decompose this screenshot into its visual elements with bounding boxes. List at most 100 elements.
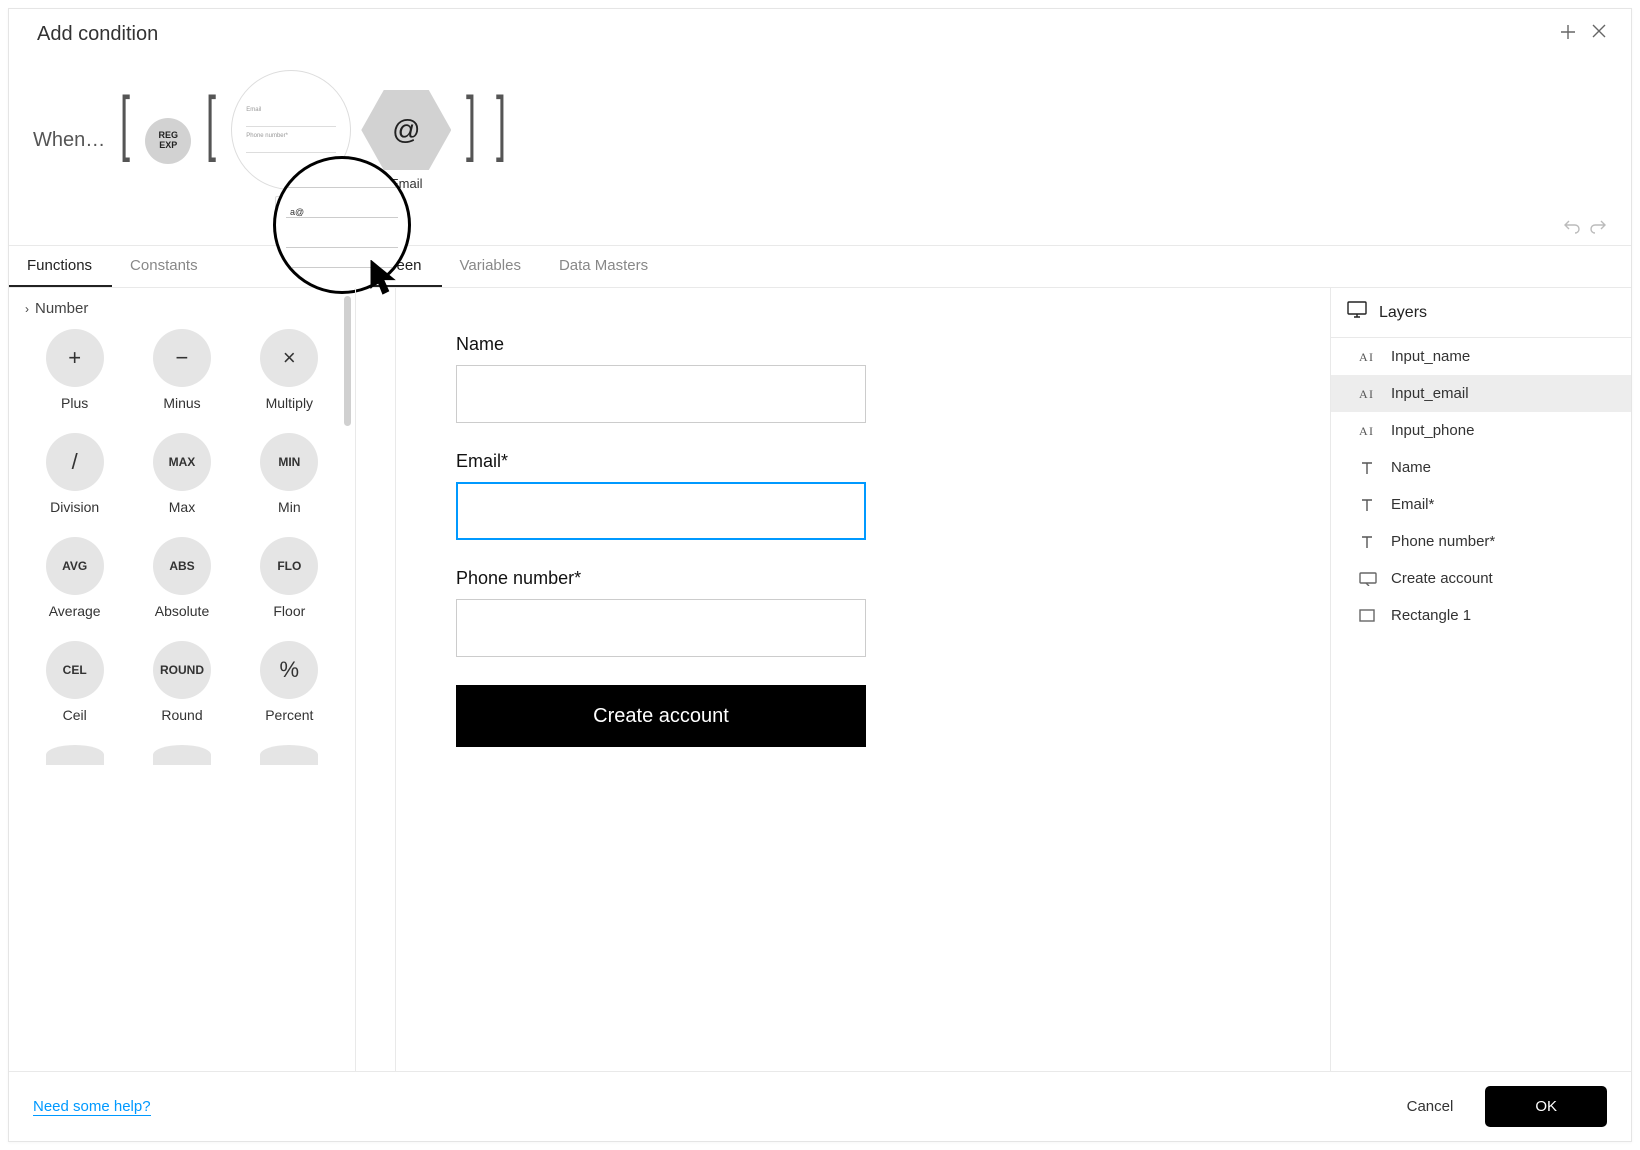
function-min-icon: MIN <box>260 433 318 491</box>
text-icon <box>1359 534 1379 550</box>
value-node-label: Val <box>275 196 307 211</box>
tabs-bar: FunctionsConstants ScreenVariablesData M… <box>9 246 1631 288</box>
rect-icon <box>1359 609 1379 623</box>
function-percent-icon: % <box>260 641 318 699</box>
form-phone-input[interactable] <box>456 599 866 657</box>
layers-title: Layers <box>1379 304 1427 322</box>
cancel-button[interactable]: Cancel <box>1393 1088 1468 1125</box>
function-round-label: Round <box>161 707 202 723</box>
header: Add condition <box>9 9 1631 56</box>
function-ceil-label: Ceil <box>63 707 87 723</box>
footer: Need some help? Cancel OK <box>9 1072 1631 1141</box>
input-icon: AI <box>1359 350 1379 364</box>
layer-input-name[interactable]: AI Input_name <box>1331 338 1631 375</box>
function-multiply-icon: × <box>260 329 318 387</box>
email-hexagon-node[interactable]: @ <box>361 90 451 170</box>
bracket-open-inner: [ <box>206 87 216 159</box>
functions-section-label: Number <box>35 300 88 317</box>
input-icon: AI <box>1359 424 1379 438</box>
expression-row: When… [ REG EXP [ Email Phone number* Va… <box>9 56 1631 246</box>
function-max[interactable]: MAX Max <box>128 433 235 515</box>
redo-icon[interactable] <box>1589 218 1607 239</box>
function-floor-label: Floor <box>273 603 305 619</box>
function-peek[interactable] <box>236 745 343 765</box>
layer-input-phone[interactable]: AIInput_phone <box>1331 412 1631 449</box>
function-percent[interactable]: % Percent <box>236 641 343 723</box>
function-ceil-icon: CEL <box>46 641 104 699</box>
function-minus[interactable]: − Minus <box>128 329 235 411</box>
function-multiply[interactable]: ×Multiply <box>236 329 343 411</box>
layer-phone-number-[interactable]: Phone number* <box>1331 523 1631 560</box>
function-peek[interactable] <box>21 745 128 765</box>
layer-label: Name <box>1391 459 1431 476</box>
functions-section-header[interactable]: › Number <box>9 288 355 329</box>
function-average[interactable]: AVGAverage <box>21 537 128 619</box>
layer-email-[interactable]: Email* <box>1331 486 1631 523</box>
layer-label: Rectangle 1 <box>1391 607 1471 624</box>
chevron-right-icon: › <box>25 302 29 316</box>
function-percent-label: Percent <box>265 707 313 723</box>
function-floor[interactable]: FLO Floor <box>236 537 343 619</box>
function-peek[interactable] <box>128 745 235 765</box>
bracket-close-outer: ] <box>496 87 506 159</box>
svg-text:I: I <box>1369 387 1373 401</box>
layer-input-email[interactable]: AI Input_email <box>1331 375 1631 412</box>
create-account-button[interactable]: Create account <box>456 685 866 747</box>
form-name-input[interactable] <box>456 365 866 423</box>
ok-button[interactable]: OK <box>1485 1086 1607 1127</box>
screen-canvas-area: Name Email* Phone number* Create account <box>356 288 1331 1071</box>
value-node[interactable]: Email Phone number* <box>231 70 351 190</box>
help-link[interactable]: Need some help? <box>33 1098 151 1116</box>
form-email-input[interactable] <box>456 482 866 540</box>
layer-rectangle-1[interactable]: Rectangle 1 <box>1331 597 1631 634</box>
tab-data-masters[interactable]: Data Masters <box>541 246 668 287</box>
function-minus-label: Minus <box>163 395 200 411</box>
form-email-label: Email* <box>456 451 1270 472</box>
function-max-label: Max <box>169 499 195 515</box>
scrollbar-thumb[interactable] <box>344 296 351 426</box>
regex-node[interactable]: REG EXP <box>145 118 191 164</box>
function-plus-icon: + <box>46 329 104 387</box>
function-round[interactable]: ROUND Round <box>128 641 235 723</box>
functions-panel: › Number +Plus− Minus ×Multiply / Division MA… <box>9 288 356 1071</box>
plus-icon[interactable] <box>1559 23 1577 46</box>
canvas[interactable]: Name Email* Phone number* Create account <box>396 288 1330 1071</box>
function-average-label: Average <box>49 603 101 619</box>
button-icon <box>1359 572 1379 586</box>
tab-variables[interactable]: Variables <box>442 246 541 287</box>
function-plus[interactable]: +Plus <box>21 329 128 411</box>
svg-text:A: A <box>1359 350 1368 364</box>
layer-name[interactable]: Name <box>1331 449 1631 486</box>
function-division[interactable]: / Division <box>21 433 128 515</box>
close-icon[interactable] <box>1591 23 1607 46</box>
function-division-label: Division <box>50 499 99 515</box>
layers-panel: Layers AIInput_nameAIInput_emailAIInput_… <box>1331 288 1631 1071</box>
input-icon: AI <box>1359 387 1379 401</box>
function-max-icon: MAX <box>153 433 211 491</box>
function-round-icon: ROUND <box>153 641 211 699</box>
function-absolute[interactable]: ABSAbsolute <box>128 537 235 619</box>
canvas-gutter <box>356 288 396 1071</box>
layer-label: Phone number* <box>1391 533 1495 550</box>
function-min[interactable]: MINMin <box>236 433 343 515</box>
svg-text:A: A <box>1359 424 1368 438</box>
layer-label: Input_name <box>1391 348 1470 365</box>
when-label: When… <box>33 129 105 152</box>
function-minus-icon: − <box>153 329 211 387</box>
function-absolute-label: Absolute <box>155 603 209 619</box>
layers-header: Layers <box>1331 288 1631 338</box>
function-floor-icon: FLO <box>260 537 318 595</box>
monitor-icon <box>1347 301 1367 324</box>
layer-create-account[interactable]: Create account <box>1331 560 1631 597</box>
function-ceil[interactable]: CEL Ceil <box>21 641 128 723</box>
function-division-icon: / <box>46 433 104 491</box>
window: Add condition When… [ REG EXP [ Email Ph… <box>8 8 1632 1142</box>
tab-functions[interactable]: Functions <box>9 246 112 287</box>
tab-constants[interactable]: Constants <box>112 246 218 287</box>
tab-screen[interactable]: Screen <box>356 246 442 287</box>
text-icon <box>1359 460 1379 476</box>
page-title: Add condition <box>37 23 158 46</box>
bracket-open-outer: [ <box>120 87 130 159</box>
undo-icon[interactable] <box>1563 218 1581 239</box>
layer-label: Input_email <box>1391 385 1469 402</box>
